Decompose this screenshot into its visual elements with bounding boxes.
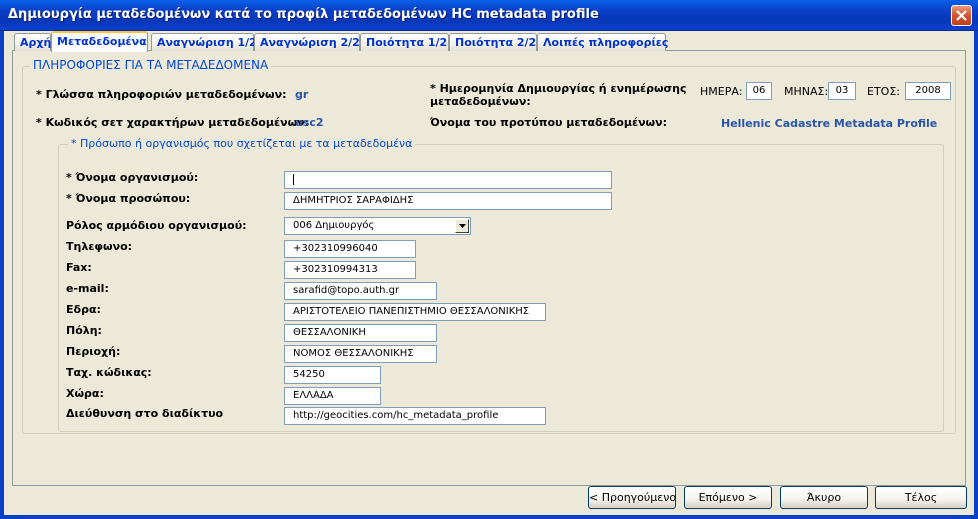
tab-quality-1[interactable]: Ποιότητα 1/2: [360, 33, 449, 51]
contact-group-title: * Πρόσωπο ή οργανισμός που σχετίζεται με…: [68, 137, 416, 150]
phone-field[interactable]: +302310996040: [284, 240, 416, 258]
person-label: * Όνομα προσώπου:: [66, 192, 191, 205]
postcode-field[interactable]: 54250: [284, 366, 381, 384]
region-label: Περιοχή:: [66, 345, 121, 358]
month-label: ΜΗΝΑΣ:: [784, 85, 829, 98]
country-field[interactable]: ΕΛΛΑΔΑ: [284, 387, 381, 405]
role-dropdown-button[interactable]: [455, 219, 469, 233]
text-caret: [293, 174, 294, 185]
role-label: Ρόλος αρμόδιου οργανισμού:: [66, 219, 247, 232]
standard-label: Όνομα του προτύπου μεταδεδομένων:: [430, 116, 668, 129]
close-icon: [956, 10, 967, 21]
role-select[interactable]: 006 Δημιουργός: [284, 217, 471, 235]
country-label: Χώρα:: [66, 387, 104, 400]
tab-metadata[interactable]: Μεταδεδομένα: [51, 31, 148, 52]
tab-identification-2[interactable]: Αναγνώριση 2/2: [254, 33, 360, 51]
close-button[interactable]: [951, 5, 972, 26]
person-field[interactable]: ΔΗΜΗΤΡΙΟΣ ΣΑΡΑΦΙΔΗΣ: [284, 192, 612, 210]
website-field[interactable]: http://geocities.com/hc_metadata_profile: [284, 407, 546, 425]
charset-label: * Κωδικός σετ χαρακτήρων μεταδεδομένων:: [36, 116, 310, 129]
city-field[interactable]: ΘΕΣΣΑΛΟΝΙΚΗ: [284, 324, 437, 342]
title-bar: Δημιουργία μεταδεδομένων κατά το προφίλ …: [0, 0, 978, 31]
organisation-field[interactable]: [284, 171, 612, 189]
organisation-label: * Όνομα οργανισμού:: [66, 171, 199, 184]
finish-button[interactable]: Τέλος: [875, 486, 967, 509]
standard-value: Hellenic Cadastre Metadata Profile: [721, 117, 938, 130]
email-field[interactable]: sarafid@topo.auth.gr: [284, 282, 437, 300]
seat-field[interactable]: ΑΡΙΣΤΟΤΕΛΕΙΟ ΠΑΝΕΠΙΣΤΗΜΙΟ ΘΕΣΣΑΛΟΝΙΚΗΣ: [284, 303, 546, 321]
language-label: * Γλώσσα πληροφοριών μεταδεδομένων:: [36, 88, 287, 101]
tab-quality-2[interactable]: Ποιότητα 2/2: [449, 33, 537, 51]
charset-value: usc2: [295, 116, 324, 129]
year-field[interactable]: 2008: [905, 82, 951, 100]
cancel-button[interactable]: Άκυρο: [780, 486, 868, 509]
month-field[interactable]: 03: [828, 82, 856, 100]
region-field[interactable]: ΝΟΜΟΣ ΘΕΣΣΑΛΟΝΙΚΗΣ: [284, 345, 437, 363]
next-button[interactable]: Επόμενο >: [684, 486, 772, 509]
tab-other-info[interactable]: Λοιπές πληροφορίες: [537, 33, 668, 51]
chevron-down-icon: [459, 224, 466, 228]
website-label: Διεύθυνση στο διαδίκτυο: [66, 407, 224, 420]
fax-field[interactable]: +302310994313: [284, 261, 416, 279]
fax-label: Fax:: [66, 261, 92, 274]
window-title: Δημιουργία μεταδεδομένων κατά το προφίλ …: [8, 7, 599, 22]
metadata-info-group-title: ΠΛΗΡΟΦΟΡΙΕΣ ΓΙΑ ΤΑ ΜΕΤΑΔΕΔΟΜΕΝΑ: [30, 58, 272, 72]
date-label-line2: μεταδεδομένων:: [430, 95, 531, 108]
day-field[interactable]: 06: [746, 82, 772, 100]
previous-button[interactable]: < Προηγούμενο: [588, 486, 676, 509]
role-value: 006 Δημιουργός: [293, 220, 375, 231]
postcode-label: Ταχ. κώδικας:: [66, 366, 152, 379]
email-label: e-mail:: [66, 282, 109, 295]
city-label: Πόλη:: [66, 324, 102, 337]
tab-start[interactable]: Αρχή: [14, 33, 51, 51]
date-label: * Ημερομηνία Δημιουργίας ή ενημέρωσης: [430, 82, 687, 95]
day-label: ΗΜΕΡΑ:: [700, 85, 743, 98]
seat-label: Εδρα:: [66, 303, 101, 316]
year-label: ΕΤΟΣ:: [867, 85, 900, 98]
phone-label: Τηλεφωνο:: [66, 240, 133, 253]
language-value: gr: [295, 88, 309, 101]
tab-identification-1[interactable]: Αναγνώριση 1/2: [151, 33, 257, 51]
